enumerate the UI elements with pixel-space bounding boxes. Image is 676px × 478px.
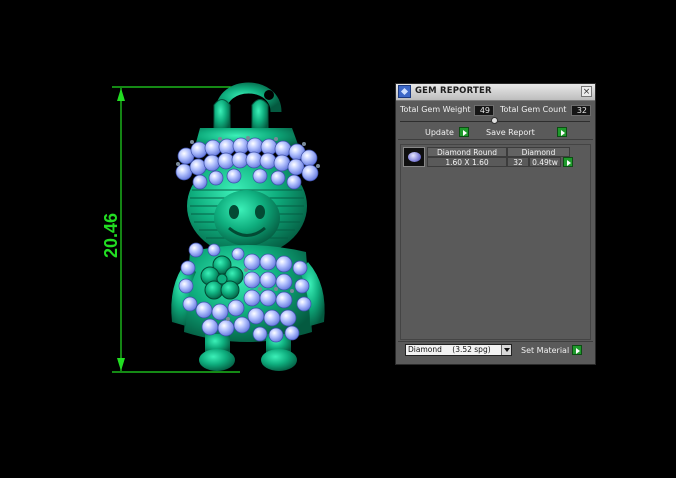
total-gem-count-value: 32 [571,105,591,116]
panel-title: GEM REPORTER [415,86,492,96]
panel-titlebar[interactable]: GEM REPORTER × [396,84,595,101]
gem-reporter-app-icon [398,85,411,98]
panel-bottom-divider [398,341,593,342]
column-header-gem-material: Diamond [507,147,570,157]
update-label: Update [425,128,454,137]
close-icon[interactable]: × [581,86,592,97]
material-select-value: Diamond [408,345,442,354]
set-material-button[interactable] [572,345,582,355]
gem-size-cell: 1.60 X 1.60 [427,157,507,167]
column-header-gem-shape: Diamond Round [427,147,507,157]
dimension-label: 20.46 [101,213,121,258]
panel-divider [398,139,593,140]
total-gem-count-label: Total Gem Count [500,105,567,114]
gem-reporter-panel: GEM REPORTER × Total Gem Weight 49 Total… [395,83,596,365]
total-gem-weight-value: 49 [474,105,494,116]
save-report-button[interactable] [557,127,567,137]
gem-results-list[interactable]: Diamond Round Diamond 1.60 X 1.60 32 0.4… [400,144,591,340]
chevron-down-icon[interactable] [501,345,511,355]
gem-row-select-button[interactable] [563,157,573,167]
gem-count-cell: 32 [507,157,529,167]
diamond-round-gem-icon [403,147,425,167]
gem-weight-cell: 0.49tw [529,157,561,167]
splitter-handle[interactable] [491,117,498,124]
save-report-label: Save Report [486,128,535,137]
material-select-spg: (3.52 spg) [452,345,491,354]
total-gem-weight-label: Total Gem Weight [400,105,471,114]
update-button[interactable] [459,127,469,137]
set-material-label: Set Material [521,346,570,355]
material-select[interactable]: Diamond (3.52 spg) [405,344,512,356]
